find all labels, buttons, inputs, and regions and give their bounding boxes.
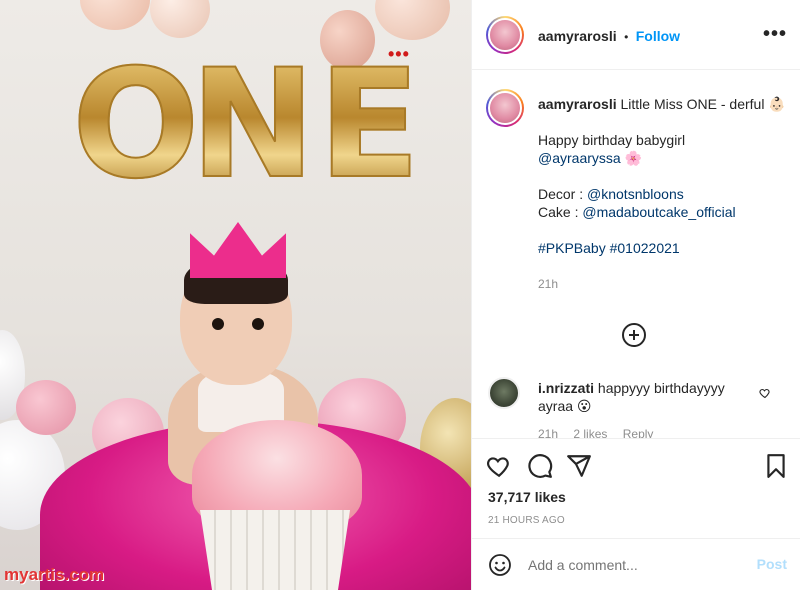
share-icon[interactable] (566, 453, 592, 479)
comment-meta: 21h 2 likes Reply (538, 427, 665, 438)
comments-area[interactable]: aamyrarosli Little Miss ONE - derful 👶🏻 … (472, 71, 800, 438)
red-dots-decoration: ••• (388, 44, 410, 64)
caption-username[interactable]: aamyrarosli (538, 96, 617, 112)
decor-label: Decor : (538, 186, 588, 202)
post-photo[interactable]: O N E ••• myartis.com (0, 0, 471, 590)
more-horizontal-icon[interactable]: ••• (763, 24, 787, 44)
comment-reply[interactable]: Reply (623, 427, 654, 438)
bookmark-icon[interactable] (763, 453, 789, 479)
caption-emoji: 👶🏻 (768, 96, 786, 112)
caption-time[interactable]: 21h (538, 275, 788, 293)
author-avatar[interactable] (486, 16, 524, 54)
watermark: myartis.com (4, 565, 105, 584)
mention-baby[interactable]: @ayraaryssa (538, 150, 621, 166)
plus-circle-icon[interactable] (622, 323, 646, 347)
balloon-letter-e: E (317, 38, 422, 212)
post-caption: aamyrarosli Little Miss ONE - derful 👶🏻 … (538, 95, 788, 293)
comment-likes[interactable]: 2 likes (573, 427, 607, 438)
post-timestamp[interactable]: 21 HOURS AGO (488, 515, 565, 526)
caption-headline: Little Miss ONE - derful (620, 96, 765, 112)
caption-birthday-line: Happy birthday babygirl (538, 132, 686, 148)
comment-emoji: 😮 (576, 398, 592, 414)
balloon-letter-o: O (71, 38, 200, 212)
post-header: aamyrarosli • Follow ••• (472, 0, 800, 70)
heart-icon[interactable] (486, 453, 512, 479)
baby-eye-left (212, 318, 224, 330)
flower-emoji: 🌸 (624, 150, 643, 166)
header-text: aamyrarosli • Follow (538, 28, 680, 46)
balloon-letter-n: N (189, 38, 317, 212)
caption-avatar[interactable] (486, 89, 524, 127)
smiley-icon[interactable] (488, 553, 512, 577)
author-username[interactable]: aamyrarosli (538, 28, 617, 44)
balloon (150, 0, 210, 38)
likes-count[interactable]: 37,717 likes (488, 489, 566, 505)
balloon (80, 0, 150, 30)
cake-label: Cake : (538, 204, 583, 220)
avatar-image (488, 91, 522, 125)
header-separator: • (624, 30, 629, 44)
post-actions: 37,717 likes 21 HOURS AGO (472, 438, 800, 538)
cupcake-base (200, 510, 350, 590)
comment-time[interactable]: 21h (538, 427, 558, 438)
heart-outline-icon[interactable] (759, 387, 771, 399)
comment-text: i.nrizzati happyyy birthdayyyy ayraa 😮 (538, 379, 758, 415)
baby-eye-right (252, 318, 264, 330)
balloon (16, 380, 76, 435)
mention-cake[interactable]: @madaboutcake_official (582, 204, 735, 220)
post-comment-button[interactable]: Post (757, 556, 787, 572)
pink-crown (190, 222, 286, 278)
post-side-panel: aamyrarosli • Follow ••• aamyrarosli Lit… (471, 0, 800, 590)
avatar-image (488, 18, 522, 52)
caption-hashtags[interactable]: #PKPBaby #01022021 (538, 239, 788, 257)
mention-decor[interactable]: @knotsnbloons (587, 186, 684, 202)
comment-icon[interactable] (527, 453, 553, 479)
add-comment-bar: Post (472, 538, 800, 590)
balloon (375, 0, 450, 40)
commenter-username[interactable]: i.nrizzati (538, 380, 594, 396)
comment-input[interactable] (528, 555, 728, 575)
commenter-avatar[interactable] (488, 377, 520, 409)
follow-button[interactable]: Follow (636, 28, 680, 44)
